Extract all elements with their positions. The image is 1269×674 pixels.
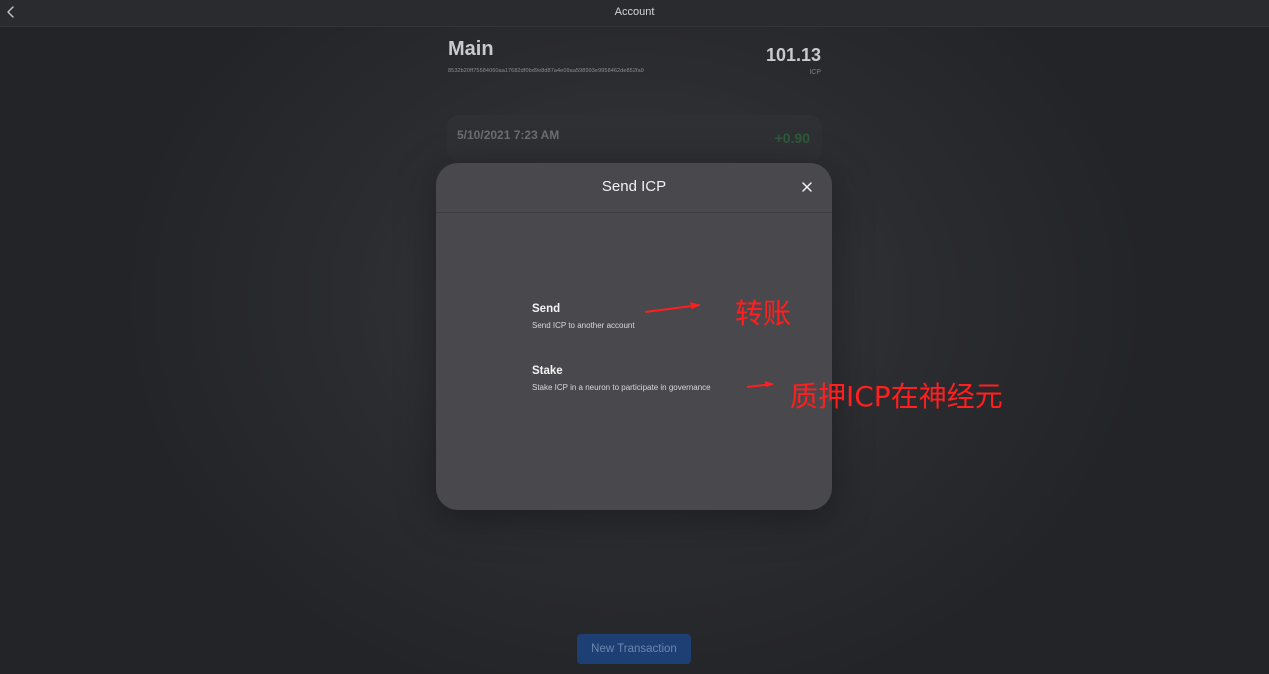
transaction-card[interactable]: 5/10/2021 7:23 AM +0.90 <box>447 115 822 161</box>
transaction-date: 5/10/2021 7:23 AM <box>457 128 560 142</box>
modal-header: Send ICP <box>436 163 832 213</box>
new-transaction-button[interactable]: New Transaction <box>577 634 691 664</box>
top-bar: Account <box>0 0 1269 27</box>
page-title: Account <box>614 6 655 18</box>
stake-option-title: Stake <box>532 365 563 377</box>
send-option[interactable]: Send Send ICP to another account <box>532 303 752 330</box>
stake-option-description: Stake ICP in a neuron to participate in … <box>532 383 711 392</box>
account-name: Main <box>448 38 494 60</box>
send-option-description: Send ICP to another account <box>532 321 635 330</box>
modal-title: Send ICP <box>601 178 667 195</box>
stake-option[interactable]: Stake Stake ICP in a neuron to participa… <box>532 365 752 392</box>
account-identifier: 8532b20ff75584060aa17682df0bd9e8d87a4e09… <box>448 68 644 74</box>
send-annotation: 转账 <box>735 297 792 330</box>
stake-annotation: 质押ICP在神经元 <box>790 380 1003 413</box>
account-balance: 101.13 <box>765 45 821 65</box>
balance-unit: ICP <box>809 69 821 76</box>
transaction-amount: +0.90 <box>774 130 810 146</box>
send-option-title: Send <box>532 303 561 315</box>
close-icon[interactable] <box>800 180 814 194</box>
send-icp-modal: Send ICP Send Send ICP to another accoun… <box>436 163 832 510</box>
